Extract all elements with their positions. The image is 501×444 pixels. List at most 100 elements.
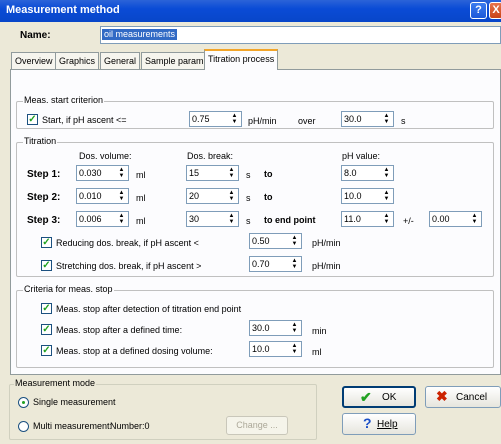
step-2-break-unit: s [246,193,251,203]
spinner-arrows-icon[interactable]: ▲ ▼ [381,113,392,125]
dos-break-header: Dos. break: [187,151,234,161]
multi-measurement-label: Multi measurement: [33,421,113,431]
step-1-break-spinner[interactable]: 15 ▲ ▼ [186,165,239,181]
spinner-arrows-icon[interactable]: ▲ ▼ [229,113,240,125]
spinner-arrows-icon[interactable]: ▲ ▼ [381,190,392,202]
stretching-checkbox[interactable]: ✓ [41,260,52,271]
start-time-unit: s [401,116,406,126]
step-1-volume-value: 0.030 [79,168,102,178]
step-1-label: Step 1: [27,169,61,180]
step-1-volume-spinner[interactable]: 0.030 ▲ ▼ [76,165,129,181]
step-1-volume-unit: ml [136,170,146,180]
help-button[interactable]: ? Help [342,413,416,435]
step-1-to-label: to [264,169,273,179]
change-button[interactable]: Change ... [226,416,288,435]
spinner-arrows-icon[interactable]: ▲ ▼ [289,258,300,270]
stretching-spinner[interactable]: 0.70 ▲ ▼ [249,256,302,272]
spinner-arrows-icon[interactable]: ▲ ▼ [226,213,237,225]
step-1-ph-spinner[interactable]: 8.0 ▲ ▼ [341,165,394,181]
start-time-spinner[interactable]: 30.0 ▲ ▼ [341,111,394,127]
tab-graphics[interactable]: Graphics [55,52,100,69]
stop-time-spinner[interactable]: 30.0 ▲ ▼ [249,320,302,336]
step-2-to-label: to [264,192,273,202]
reducing-checkbox[interactable]: ✓ [41,237,52,248]
multi-measurement-number: Number:0 [110,421,150,431]
titration-legend: Titration [23,136,58,146]
start-criterion-legend: Meas. start criterion [23,95,105,105]
start-over-label: over [298,116,316,126]
stretching-unit: pH/min [312,261,341,271]
spinner-arrows-icon[interactable]: ▲ ▼ [289,322,300,334]
stop-endpoint-label: Meas. stop after detection of titration … [56,304,242,314]
reducing-value: 0.50 [252,236,270,246]
help-button-label: Help [377,419,398,430]
spinner-arrows-icon[interactable]: ▲ ▼ [116,213,127,225]
step-2-break-spinner[interactable]: 20 ▲ ▼ [186,188,239,204]
step-3-ph-value: 11.0 [344,214,361,224]
tab-general[interactable]: General [100,52,141,69]
ok-button[interactable]: ✔ OK [342,386,416,408]
start-ph-ascent-spinner[interactable]: 0.75 ▲ ▼ [189,111,242,127]
step-3-break-unit: s [246,216,251,226]
start-ph-ascent-value: 0.75 [192,114,210,124]
spinner-arrows-icon[interactable]: ▲ ▼ [226,167,237,179]
name-label: Name: [20,30,51,41]
step-1-break-value: 15 [189,168,200,178]
stop-time-label: Meas. stop after a defined time: [56,325,183,335]
stop-volume-unit: ml [312,347,322,357]
stop-criteria-legend: Criteria for meas. stop [23,284,114,294]
step-2-volume-spinner[interactable]: 0.010 ▲ ▼ [76,188,129,204]
start-unit: pH/min [248,116,277,126]
spinner-arrows-icon[interactable]: ▲ ▼ [381,213,392,225]
step-3-ph-spinner[interactable]: 11.0 ▲ ▼ [341,211,394,227]
spinner-arrows-icon[interactable]: ▲ ▼ [381,167,392,179]
spinner-arrows-icon[interactable]: ▲ ▼ [226,190,237,202]
step-3-break-value: 30 [189,214,200,224]
single-measurement-radio[interactable] [18,397,29,408]
step-1-break-unit: s [246,170,251,180]
stop-volume-checkbox[interactable]: ✓ [41,345,52,356]
multi-measurement-radio[interactable] [18,421,29,432]
tolerance-sign: +/- [403,216,414,226]
spinner-arrows-icon[interactable]: ▲ ▼ [469,213,480,225]
spinner-arrows-icon[interactable]: ▲ ▼ [116,190,127,202]
tab-titration-process[interactable]: Titration process [204,49,279,70]
name-input[interactable]: oil measurements [100,26,501,44]
stop-volume-spinner[interactable]: 10.0 ▲ ▼ [249,341,302,357]
help-title-button[interactable]: ? [470,2,487,19]
step-3-volume-spinner[interactable]: 0.006 ▲ ▼ [76,211,129,227]
ph-value-header: pH value: [342,151,381,161]
close-button[interactable]: X [489,2,501,19]
spinner-arrows-icon[interactable]: ▲ ▼ [116,167,127,179]
step-2-volume-unit: ml [136,193,146,203]
step-2-volume-value: 0.010 [79,191,102,201]
tolerance-value: 0.00 [432,214,450,224]
step-3-break-spinner[interactable]: 30 ▲ ▼ [186,211,239,227]
single-measurement-label: Single measurement [33,397,116,407]
dos-volume-header: Dos. volume: [79,151,132,161]
title-bar: Measurement method ? X [0,0,501,22]
step-3-volume-unit: ml [136,216,146,226]
stop-volume-label: Meas. stop at a defined dosing volume: [56,346,213,356]
start-checkbox[interactable]: ✓ [27,114,38,125]
step-3-label: Step 3: [27,215,61,226]
question-mark-icon: ? [363,415,372,431]
step-2-label: Step 2: [27,192,61,203]
stretching-value: 0.70 [252,259,270,269]
cancel-button[interactable]: ✖ Cancel [425,386,501,408]
stretching-label: Stretching dos. break, if pH ascent > [56,261,202,271]
spinner-arrows-icon[interactable]: ▲ ▼ [289,235,300,247]
tab-overview[interactable]: Overview [11,52,57,69]
step-3-volume-value: 0.006 [79,214,102,224]
window-title: Measurement method [6,4,120,16]
cancel-button-label: Cancel [456,392,488,403]
step-2-break-value: 20 [189,191,200,201]
reducing-spinner[interactable]: 0.50 ▲ ▼ [249,233,302,249]
stop-endpoint-checkbox[interactable]: ✓ [41,303,52,314]
stop-time-checkbox[interactable]: ✓ [41,324,52,335]
tab-sample-param[interactable]: Sample param. [141,52,211,69]
stop-time-value: 30.0 [252,323,270,333]
spinner-arrows-icon[interactable]: ▲ ▼ [289,343,300,355]
tolerance-spinner[interactable]: 0.00 ▲ ▼ [429,211,482,227]
step-2-ph-spinner[interactable]: 10.0 ▲ ▼ [341,188,394,204]
